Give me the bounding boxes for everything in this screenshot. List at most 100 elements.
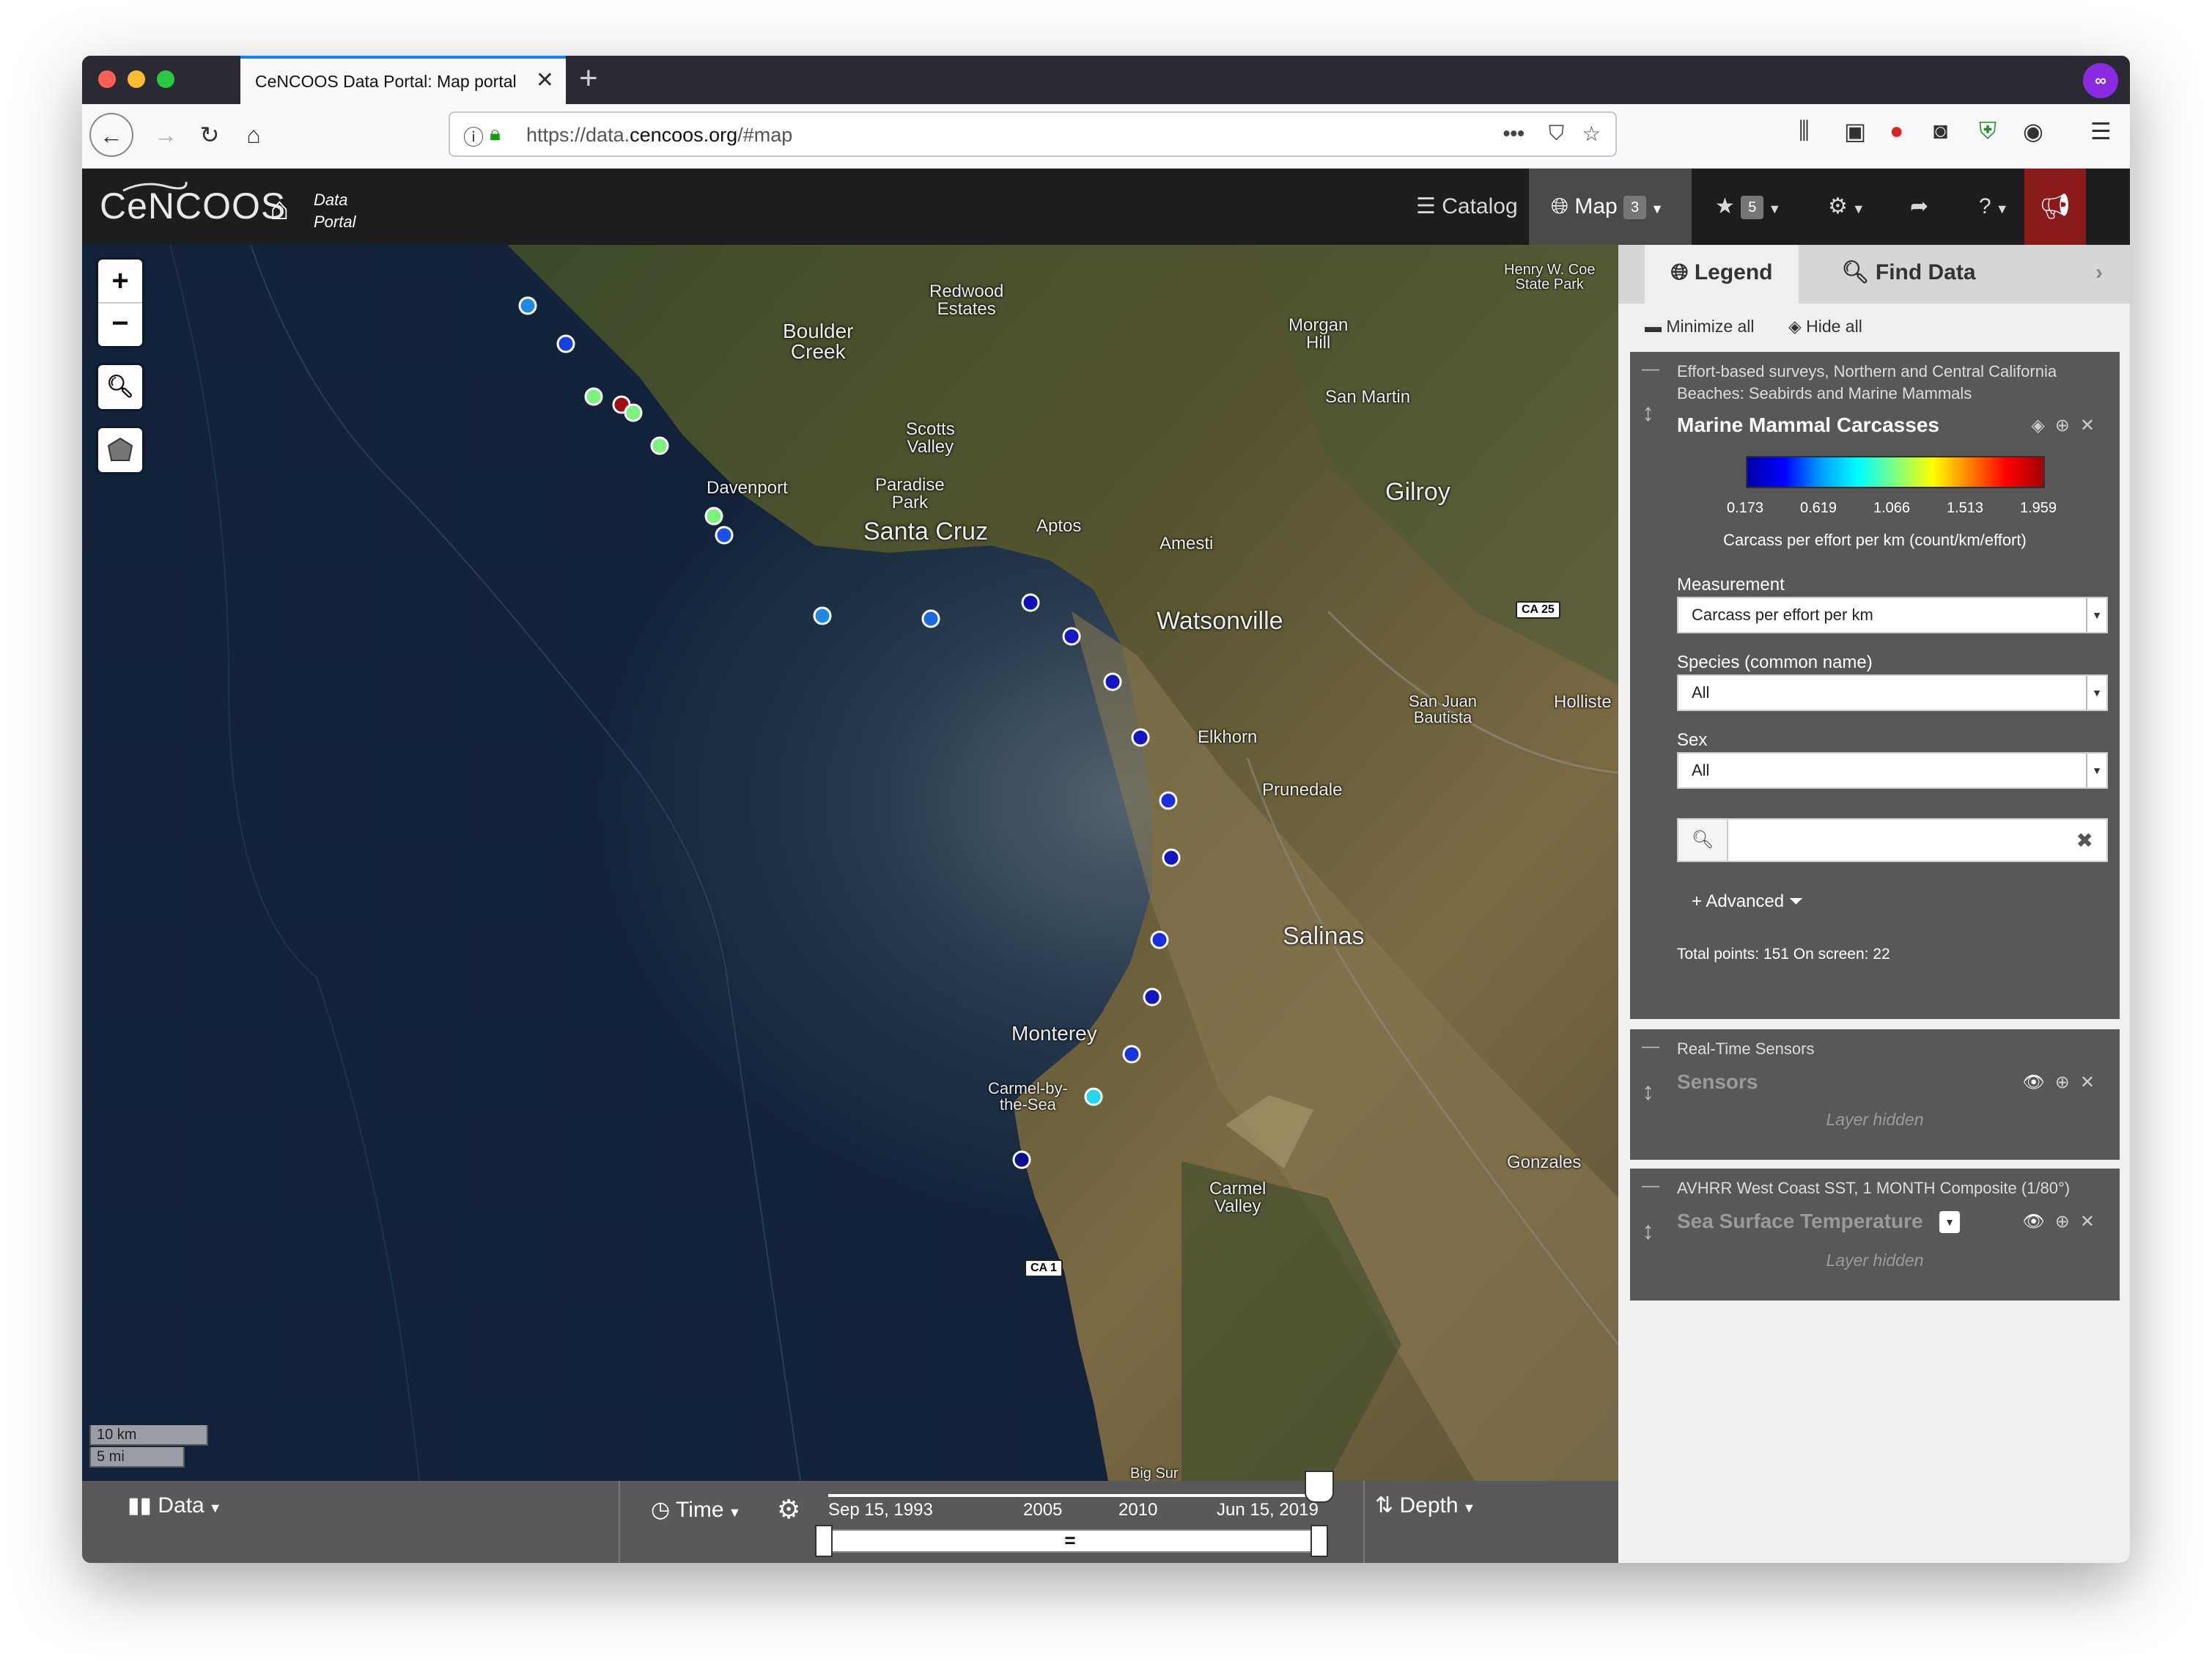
drag-handle-icon[interactable]: ↕ (1642, 1217, 1654, 1246)
marine-mammal-points-layer (518, 296, 1181, 1169)
remove-layer-icon[interactable]: ✕ (2080, 1212, 2105, 1232)
eye-icon[interactable]: 👁︎ (2022, 1212, 2054, 1232)
close-window-button[interactable] (98, 70, 116, 88)
time-menu-button[interactable]: ◷ Time ▼ (651, 1497, 741, 1523)
advanced-filter-button[interactable]: + Advanced ⏷ (1692, 891, 1803, 912)
minimize-window-button[interactable] (128, 70, 145, 88)
page-actions-icon[interactable]: ••• (1503, 122, 1525, 145)
filter-icon: ⏷ (1788, 891, 1803, 911)
carcass-data-point[interactable] (1131, 728, 1150, 747)
eye-icon[interactable]: 👁︎ (2022, 1073, 2054, 1092)
shield-icon[interactable]: ⛨ (1979, 117, 1997, 145)
zoom-window-button[interactable] (157, 70, 174, 88)
tab-find-data[interactable]: 🔍︎ Find Data (1813, 245, 2004, 301)
sidebar-icon[interactable]: ▣ (1844, 117, 1866, 145)
info-icon[interactable]: ⓘ (463, 122, 484, 151)
bookmark-star-icon[interactable]: ☆ (1582, 122, 1601, 146)
measurement-select[interactable]: Carcass per effort per km ▼ (1677, 597, 2108, 633)
screenshot-icon[interactable]: ◙ (1933, 117, 1947, 144)
layer-title[interactable]: Sea Surface Temperature (1677, 1210, 1923, 1233)
draw-polygon-button[interactable] (98, 428, 142, 472)
map-view[interactable]: Redwood Estates Boulder Creek Morgan Hill H… (82, 245, 1618, 1481)
home-icon[interactable]: ⌂ (270, 191, 290, 227)
zoom-box-button[interactable]: 🔍︎ (98, 365, 142, 409)
time-start-label: Sep 15, 1993 (828, 1500, 933, 1520)
carcass-data-point[interactable] (1162, 848, 1181, 867)
layer-options-dropdown[interactable]: ▼ (1939, 1211, 1960, 1233)
carcass-data-point[interactable] (1012, 1150, 1031, 1169)
place-label: Gonzales (1507, 1152, 1582, 1172)
pocket-icon[interactable]: ⛉ (1549, 122, 1564, 146)
carcass-data-point[interactable] (556, 334, 575, 353)
drag-handle-icon[interactable]: ↕ (1642, 399, 1654, 427)
minimize-layer-icon[interactable]: — (1642, 1037, 1659, 1057)
remove-layer-icon[interactable]: ✕ (2080, 416, 2105, 435)
zoom-to-layer-icon[interactable]: ⊕ (2055, 1073, 2080, 1092)
carcass-data-point[interactable] (1159, 791, 1178, 810)
hide-layer-icon[interactable]: ◈ (2031, 416, 2054, 435)
carcass-data-point[interactable] (650, 436, 669, 455)
carcass-data-point[interactable] (1021, 593, 1040, 612)
minimize-all-button[interactable]: ▬ Minimize all (1645, 317, 1755, 336)
layer-title[interactable]: Sensors (1677, 1070, 1758, 1094)
minimize-layer-icon[interactable]: — (1642, 1176, 1659, 1196)
carcass-data-point[interactable] (624, 403, 643, 422)
carcass-data-point[interactable] (1084, 1087, 1103, 1106)
address-bar[interactable]: ⓘ 🔒︎ https://data.cencoos.org/#map ••• ⛉… (449, 111, 1617, 157)
nav-settings[interactable]: ⚙ ▼ (1828, 169, 1865, 245)
tab-close-icon[interactable]: ✕ (536, 67, 554, 93)
carcass-data-point[interactable] (1150, 930, 1169, 949)
browser-tab[interactable]: CeNCOOS Data Portal: Map portal ✕ (240, 56, 566, 104)
nav-catalog[interactable]: ☰ Catalog (1407, 169, 1527, 245)
drag-handle-icon[interactable]: ↕ (1642, 1078, 1654, 1106)
zoom-out-button[interactable]: − (98, 304, 142, 346)
layer-title[interactable]: Marine Mammal Carcasses (1677, 413, 1939, 437)
depth-menu-button[interactable]: ⇅ Depth ▼ (1375, 1493, 1475, 1518)
carcass-data-point[interactable] (1062, 627, 1081, 646)
zoom-to-layer-icon[interactable]: ⊕ (2055, 1212, 2080, 1232)
hide-all-button[interactable]: ◈ Hide all (1788, 317, 1862, 336)
extension-icon[interactable]: ● (1890, 117, 1903, 144)
carcass-data-point[interactable] (715, 526, 734, 545)
library-icon[interactable]: ⫼ (1799, 117, 1810, 145)
time-settings-gear-icon[interactable]: ⚙ (777, 1494, 800, 1525)
current-time-handle[interactable] (1305, 1471, 1334, 1503)
minimize-layer-icon[interactable]: — (1642, 359, 1659, 380)
zoom-to-layer-icon[interactable]: ⊕ (2055, 416, 2080, 435)
carcass-data-point[interactable] (584, 387, 603, 406)
carcass-data-point[interactable] (518, 296, 537, 315)
new-tab-button[interactable]: + (579, 60, 598, 97)
back-button[interactable]: ← (89, 113, 133, 157)
carcass-data-point[interactable] (704, 507, 723, 526)
collapse-panel-chevron-icon[interactable]: › (2084, 245, 2114, 301)
announcement-button[interactable]: 📢︎ (2024, 169, 2086, 245)
carcass-data-point[interactable] (1143, 987, 1162, 1007)
filter-search-input[interactable]: 🔍︎ ✖ (1677, 818, 2108, 862)
nav-share[interactable]: ➦ (1910, 169, 1928, 245)
reload-button[interactable]: ↻ (189, 114, 230, 155)
url-text[interactable]: https://data.cencoos.org/#map (526, 124, 792, 147)
home-label[interactable]: Data Portal (314, 189, 355, 233)
account-icon[interactable]: ◉ (2023, 117, 2043, 145)
time-range-slider[interactable]: = (821, 1529, 1319, 1553)
forward-button[interactable]: → (145, 114, 186, 155)
range-start-handle[interactable] (815, 1525, 833, 1557)
data-menu-button[interactable]: ▮▮ Data ▼ (128, 1493, 222, 1518)
zoom-in-button[interactable]: + (98, 260, 142, 304)
sex-select[interactable]: All ▼ (1677, 752, 2108, 789)
remove-layer-icon[interactable]: ✕ (2080, 1073, 2105, 1092)
carcass-data-point[interactable] (1103, 672, 1122, 691)
clear-search-icon[interactable]: ✖ (2076, 828, 2093, 853)
nav-favorites[interactable]: ★ 5 ▼ (1715, 169, 1781, 245)
carcass-data-point[interactable] (921, 609, 940, 628)
tab-legend[interactable]: 🌐︎ Legend (1645, 245, 1799, 304)
carcass-data-point[interactable] (1122, 1045, 1141, 1064)
layer-source: AVHRR West Coast SST, 1 MONTH Composite … (1677, 1179, 2071, 1197)
home-button[interactable]: ⌂ (233, 114, 274, 155)
nav-help[interactable]: ? ▼ (1979, 169, 2009, 245)
carcass-data-point[interactable] (813, 606, 832, 625)
range-end-handle[interactable] (1310, 1525, 1328, 1557)
menu-icon[interactable]: ☰ (2090, 117, 2112, 145)
species-select[interactable]: All ▼ (1677, 674, 2108, 711)
nav-map[interactable]: 🌐︎ Map 3 ▼ (1529, 169, 1692, 245)
